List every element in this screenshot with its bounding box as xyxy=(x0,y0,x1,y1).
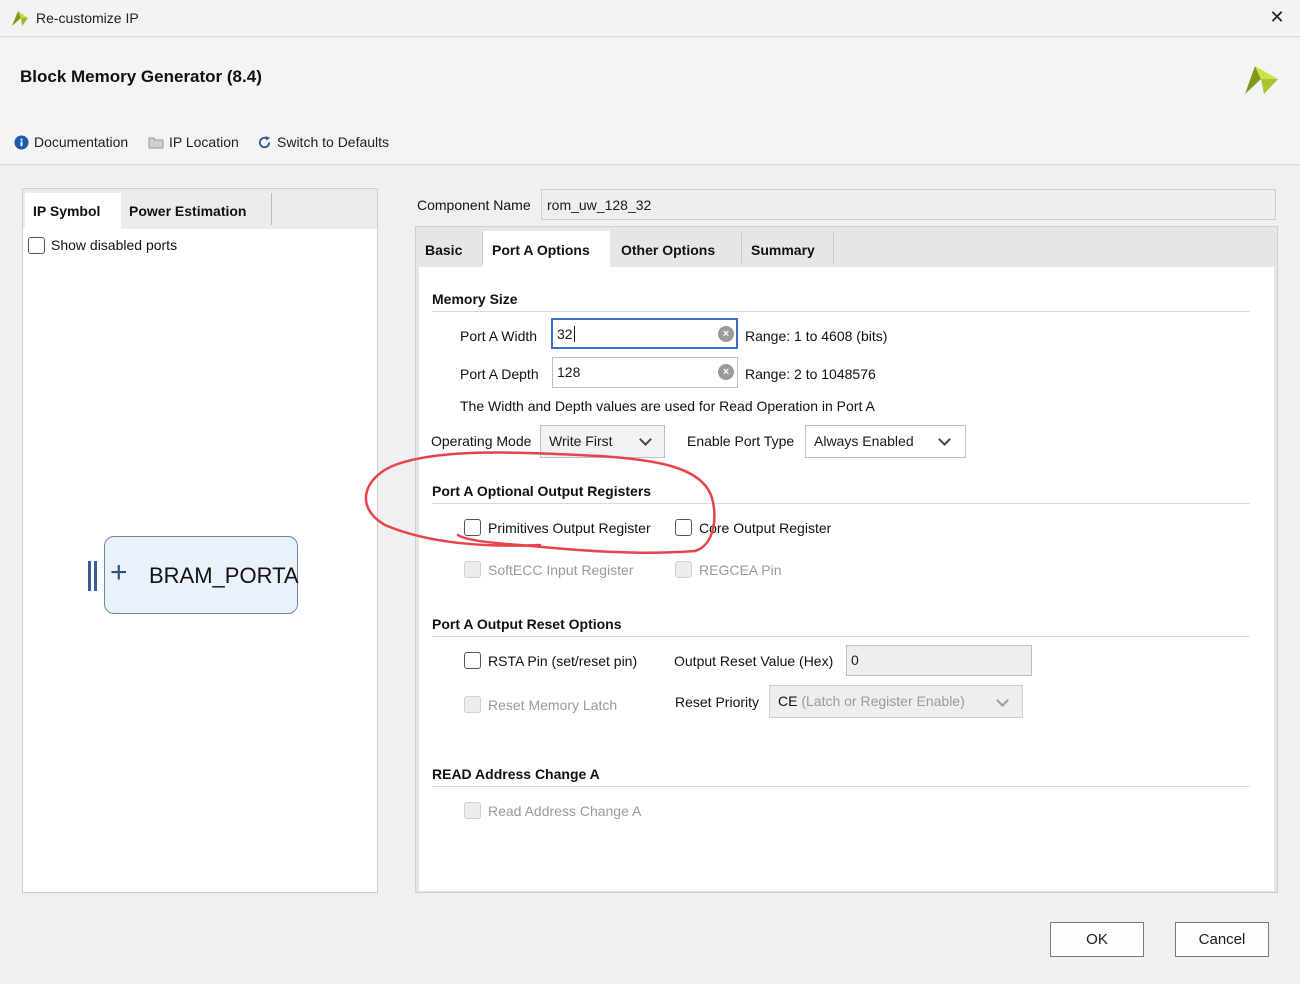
show-disabled-ports-label: Show disabled ports xyxy=(51,237,178,253)
primitives-output-register-checkbox[interactable] xyxy=(464,519,481,536)
tab-ip-symbol[interactable]: IP Symbol xyxy=(25,193,121,229)
reset-memory-latch-label: Reset Memory Latch xyxy=(488,697,618,713)
section-divider xyxy=(432,636,1250,637)
read-address-change-checkbox[interactable] xyxy=(464,802,481,819)
port-label: BRAM_PORTA xyxy=(149,563,299,588)
cancel-button[interactable]: Cancel xyxy=(1175,922,1269,957)
section-divider xyxy=(432,503,1250,504)
port-bus-line xyxy=(88,561,91,591)
port-a-width-input[interactable]: 32 xyxy=(551,318,738,349)
ok-button[interactable]: OK xyxy=(1050,922,1144,957)
left-tab-bar: IP Symbol Power Estimation xyxy=(23,189,377,229)
regcea-pin-checkbox[interactable] xyxy=(675,561,692,578)
left-panel: IP Symbol Power Estimation Show disabled… xyxy=(22,188,378,893)
regcea-pin-label: REGCEA Pin xyxy=(699,562,782,578)
read-address-change-label: Read Address Change A xyxy=(488,803,642,819)
softecc-input-register-checkbox[interactable] xyxy=(464,561,481,578)
app-logo-icon xyxy=(12,11,28,26)
expand-icon[interactable]: + xyxy=(110,555,128,591)
tab-divider xyxy=(271,193,272,225)
tab-basic[interactable]: Basic xyxy=(416,231,480,269)
section-divider xyxy=(432,311,1250,312)
tab-power-estimation[interactable]: Power Estimation xyxy=(121,193,271,229)
clear-icon[interactable]: × xyxy=(718,326,734,342)
reset-priority-label: Reset Priority xyxy=(675,694,760,710)
rsta-pin-checkbox[interactable] xyxy=(464,652,481,669)
clear-icon[interactable]: × xyxy=(718,364,734,380)
info-icon xyxy=(14,134,29,150)
brand-logo-icon xyxy=(1245,66,1278,94)
port-a-depth-range: Range: 2 to 1048576 xyxy=(745,366,876,382)
port-a-depth-input[interactable]: 128 xyxy=(552,357,738,388)
output-reset-value-label: Output Reset Value (Hex) xyxy=(674,653,834,669)
operating-mode-value: Write First xyxy=(549,433,613,449)
section-divider xyxy=(432,786,1250,787)
enable-port-type-value: Always Enabled xyxy=(814,433,914,449)
operating-mode-label: Operating Mode xyxy=(431,433,532,449)
bram-porta-symbol[interactable]: + BRAM_PORTA xyxy=(104,536,299,614)
component-name-label: Component Name xyxy=(417,197,531,213)
reset-priority-select[interactable]: CE (Latch or Register Enable) xyxy=(769,685,1023,718)
reset-priority-value: CE xyxy=(778,693,798,709)
read-address-heading: READ Address Change A xyxy=(432,766,600,782)
documentation-link[interactable]: Documentation xyxy=(14,132,128,152)
port-a-width-label: Port A Width xyxy=(460,328,538,344)
tab-port-a-options[interactable]: Port A Options xyxy=(483,231,610,269)
dialog-header: Block Memory Generator (8.4) Documentati… xyxy=(0,38,1300,165)
port-bus-line xyxy=(94,561,97,591)
output-reset-value-input[interactable]: 0 xyxy=(846,645,1032,676)
primitives-output-register-label: Primitives Output Register xyxy=(488,520,651,536)
window-title: Re-customize IP xyxy=(36,10,139,26)
component-name-field[interactable]: rom_uw_128_32 xyxy=(541,189,1276,220)
tab-content xyxy=(419,267,1274,891)
switch-defaults-label: Switch to Defaults xyxy=(277,134,390,150)
port-a-width-value: 32 xyxy=(557,326,573,342)
rsta-pin-label: RSTA Pin (set/reset pin) xyxy=(488,653,638,669)
core-output-register-label: Core Output Register xyxy=(699,520,832,536)
close-icon[interactable]: ✕ xyxy=(1266,6,1288,28)
width-depth-note: The Width and Depth values are used for … xyxy=(460,398,875,414)
title-bar: Re-customize IP ✕ xyxy=(0,0,1300,37)
tab-summary[interactable]: Summary xyxy=(742,231,832,269)
core-output-register-checkbox[interactable] xyxy=(675,519,692,536)
switch-defaults-link[interactable]: Switch to Defaults xyxy=(257,132,389,152)
show-disabled-ports-checkbox[interactable] xyxy=(28,237,45,254)
ip-location-link[interactable]: IP Location xyxy=(148,132,239,152)
tab-other-options[interactable]: Other Options xyxy=(612,231,739,269)
enable-port-type-label: Enable Port Type xyxy=(687,433,795,449)
memory-size-heading: Memory Size xyxy=(432,291,518,307)
refresh-icon xyxy=(258,135,271,148)
reset-priority-value-detail: (Latch or Register Enable) xyxy=(801,693,965,709)
reset-memory-latch-checkbox[interactable] xyxy=(464,696,481,713)
port-a-width-range: Range: 1 to 4608 (bits) xyxy=(745,328,888,344)
softecc-input-register-label: SoftECC Input Register xyxy=(488,562,634,578)
reset-options-heading: Port A Output Reset Options xyxy=(432,616,622,632)
ip-name: Block Memory Generator (8.4) xyxy=(20,67,262,86)
tab-divider xyxy=(833,233,834,263)
port-a-depth-label: Port A Depth xyxy=(460,366,539,382)
optional-registers-heading: Port A Optional Output Registers xyxy=(432,483,652,499)
documentation-label: Documentation xyxy=(34,134,129,150)
ip-location-label: IP Location xyxy=(169,134,239,150)
folder-icon xyxy=(148,137,164,148)
options-panel: Basic Port A Options Other Options Summa… xyxy=(415,226,1278,893)
